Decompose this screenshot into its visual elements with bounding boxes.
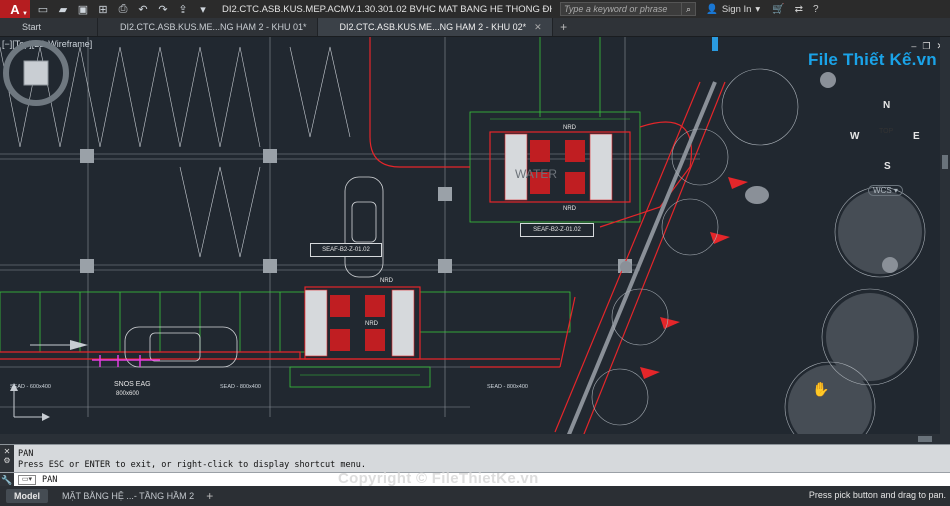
binoculars-icon[interactable]: ⌕ (682, 2, 696, 16)
tab-start-label: Start (22, 22, 42, 32)
wcs-label: WCS (873, 186, 892, 195)
chevron-down-icon: ▾ (755, 3, 761, 15)
compass-south[interactable]: S (884, 161, 891, 172)
document-title: DI2.CTC.ASB.KUS.MEP.ACMV.1.30.301.02 BVH… (222, 3, 552, 15)
nrd-label-1: NRD (563, 125, 576, 131)
new-file-icon[interactable]: ▭ (36, 3, 50, 16)
tab-label: DI2.CTC.ASB.KUS.ME...NG HAM 2 - KHU 01* (120, 22, 307, 32)
command-history-line: Press ESC or ENTER to exit, or right-cli… (18, 460, 366, 470)
restore-icon[interactable]: ❐ (922, 41, 930, 52)
water-tag: WATER (515, 167, 557, 181)
compass-east[interactable]: E (913, 131, 920, 142)
sign-in-button[interactable]: 👤 Sign In ▾ (706, 4, 760, 15)
tab-label: DI2.CTC.ASB.KUS.ME...NG HAM 2 - KHU 02* (339, 22, 527, 32)
room-tag-2[interactable]: SEAF-B2-Z-01.02 (520, 223, 594, 237)
eag-size-label: 800x600 (116, 391, 140, 397)
copyright-watermark: Copyright © FileThietKe.vn (338, 470, 539, 487)
tab-layout[interactable]: MẶT BẰNG HỆ ...- TẦNG HẦM 2 (54, 489, 202, 503)
status-bar: Model MẶT BẰNG HỆ ...- TẦNG HẦM 2 + Pres… (0, 486, 950, 506)
tab-drawing-khu-02[interactable]: DI2.CTC.ASB.KUS.ME...NG HAM 2 - KHU 02* … (317, 18, 553, 36)
save-as-icon[interactable]: ⊞ (96, 3, 110, 16)
scrollbar-thumb[interactable] (918, 436, 932, 442)
scrollbar-thumb[interactable] (942, 155, 948, 169)
wrench-icon[interactable]: 🔧 (0, 472, 14, 487)
sign-in-label: Sign In (721, 3, 752, 15)
title-bar: A ▼ ▭ ▰ ▣ ⊞ ⎙ ↶ ↷ ⇪ ▾ DI2.CTC.ASB.KUS.ME… (0, 0, 950, 18)
sead-note-3: SEAD - 800x400 (487, 384, 528, 390)
undo-icon[interactable]: ↶ (136, 3, 150, 16)
user-icon: 👤 (706, 3, 718, 15)
nrd-label-4: NRD (365, 321, 378, 327)
exchange-icon[interactable]: ⇄ (795, 4, 803, 15)
command-window-controls[interactable]: ✕ ⚙ (0, 445, 14, 473)
redo-icon[interactable]: ↷ (156, 3, 170, 16)
search-input[interactable]: Type a keyword or phrase (560, 2, 682, 16)
quick-access-toolbar: ▭ ▰ ▣ ⊞ ⎙ ↶ ↷ ⇪ ▾ (30, 3, 210, 16)
app-logo: A (10, 1, 20, 17)
pan-hand-cursor-icon: ✋ (812, 381, 830, 397)
sead-note-1: SEAD - 600x400 (10, 384, 51, 390)
sead-note-2: SEAD - 800x400 (220, 384, 261, 390)
compass-west[interactable]: W (850, 131, 859, 142)
wcs-menu[interactable]: WCS ▾ (868, 185, 903, 196)
save-icon[interactable]: ▣ (76, 3, 90, 16)
command-prompt-icon[interactable]: ▭▾ (18, 474, 36, 485)
close-icon[interactable]: ✕ (534, 22, 542, 33)
viewcube[interactable] (0, 37, 72, 109)
open-folder-icon[interactable]: ▰ (56, 3, 70, 16)
application-menu-button[interactable]: A ▼ (0, 0, 30, 18)
workspace-dropdown-icon[interactable]: ▾ (196, 3, 210, 16)
status-message: Press pick button and drag to pan. (808, 490, 946, 500)
add-layout-button[interactable]: + (206, 489, 213, 503)
room-tag-1[interactable]: SEAF-B2-Z-01.02 (310, 243, 382, 257)
document-tab-bar: Start DI2.CTC.ASB.KUS.ME...NG HAM 2 - KH… (0, 18, 950, 37)
compass-north[interactable]: N (883, 100, 890, 111)
tab-model[interactable]: Model (6, 489, 48, 503)
brand-watermark: File Thiết Kế.vn (808, 50, 950, 70)
tab-drawing-khu-01[interactable]: DI2.CTC.ASB.KUS.ME...NG HAM 2 - KHU 01* (98, 18, 318, 36)
share-icon[interactable]: ⇪ (176, 3, 190, 16)
eag-label: SNOS EAG (114, 381, 151, 388)
drawing-viewport[interactable]: SEAF-B2-Z-01.02 SEAF-B2-Z-01.02 WATER SN… (0, 37, 950, 444)
viewcube-top[interactable]: TOP (879, 128, 893, 135)
command-history: ✕ ⚙ PAN Press ESC or ENTER to exit, or ri… (0, 444, 950, 473)
print-icon[interactable]: ⎙ (116, 3, 130, 16)
minimize-icon[interactable]: – (911, 41, 916, 52)
tab-start[interactable]: Start (0, 18, 98, 36)
vertical-scrollbar[interactable] (940, 37, 950, 444)
command-input[interactable]: PAN (42, 475, 57, 485)
new-tab-button[interactable]: + (553, 18, 575, 36)
horizontal-scrollbar[interactable] (0, 434, 940, 444)
nrd-label-3: NRD (380, 278, 393, 284)
autocad-window: A ▼ ▭ ▰ ▣ ⊞ ⎙ ↶ ↷ ⇪ ▾ DI2.CTC.ASB.KUS.ME… (0, 0, 950, 506)
brand-watermark-text: File Thiết Kế.vn (808, 50, 937, 69)
chevron-down-icon: ▼ (22, 11, 28, 17)
nrd-label-2: NRD (563, 206, 576, 212)
help-icon[interactable]: ? (813, 4, 819, 15)
command-history-line: PAN (18, 449, 34, 459)
cart-icon[interactable]: 🛒 (772, 4, 784, 15)
title-bar-tools: 🛒 ⇄ ? (772, 4, 818, 15)
